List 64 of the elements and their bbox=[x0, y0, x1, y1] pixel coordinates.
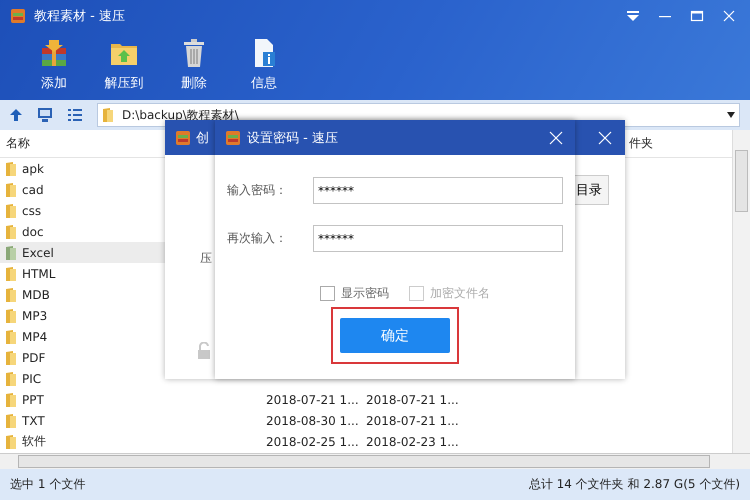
table-cell-text: 2018-02-25 1... bbox=[265, 434, 360, 448]
folder-icon bbox=[5, 328, 17, 344]
field-label: 输入密码： bbox=[227, 182, 288, 199]
folder-icon bbox=[5, 434, 17, 450]
toolbar-button[interactable]: 添加 bbox=[24, 32, 84, 92]
checkbox[interactable] bbox=[320, 286, 335, 301]
toolbar-button[interactable]: 删除 bbox=[164, 32, 224, 92]
folder-icon bbox=[5, 308, 17, 324]
table-cell-text: 2018-02-23 1... bbox=[365, 434, 460, 448]
status-text: 总计 14 个文件夹 和 2.87 G(5 个文件) bbox=[528, 476, 740, 493]
maximize-icon[interactable] bbox=[690, 10, 704, 22]
folder-icon bbox=[5, 266, 17, 282]
file-row[interactable]: PIC bbox=[0, 368, 260, 389]
file-row[interactable]: MP4 bbox=[0, 326, 260, 347]
app-logo-icon bbox=[225, 130, 241, 146]
vertical-scrollbar[interactable] bbox=[732, 130, 750, 453]
computer-icon[interactable] bbox=[37, 107, 53, 123]
file-row[interactable]: PDF bbox=[0, 347, 260, 368]
folder-icon bbox=[5, 286, 17, 302]
table-cell-text: 2018-07-21 1... bbox=[365, 392, 460, 406]
dialog-title: 设置密码 - 速压 bbox=[247, 130, 338, 146]
file-row[interactable]: MP3 bbox=[0, 305, 260, 326]
list-view-icon[interactable] bbox=[67, 108, 83, 122]
confirm-button[interactable]: 确定 bbox=[340, 318, 450, 353]
file-row[interactable]: 软件 bbox=[0, 431, 260, 452]
close-icon[interactable] bbox=[722, 10, 736, 22]
close-icon[interactable] bbox=[598, 130, 612, 144]
close-icon[interactable] bbox=[549, 130, 563, 144]
app-logo-icon bbox=[10, 8, 26, 24]
password-field[interactable]: ****** bbox=[313, 177, 563, 204]
toolbar-button[interactable]: 解压到 bbox=[94, 32, 154, 92]
folder-icon bbox=[5, 412, 17, 428]
password-field[interactable]: ****** bbox=[313, 225, 563, 252]
toolbar-button[interactable]: 信息 bbox=[234, 32, 294, 92]
folder-icon bbox=[5, 202, 17, 218]
horizontal-scrollbar[interactable] bbox=[0, 453, 750, 469]
checkbox-label: 显示密码 bbox=[341, 285, 389, 302]
file-row[interactable]: apk bbox=[0, 158, 260, 179]
file-row[interactable]: PPT bbox=[0, 389, 260, 410]
folder-icon bbox=[102, 107, 114, 123]
dropdown-icon[interactable] bbox=[626, 10, 640, 22]
dialog-title: 创 bbox=[196, 130, 209, 146]
folder-icon bbox=[5, 244, 17, 260]
file-row[interactable]: MDB bbox=[0, 284, 260, 305]
folder-icon bbox=[5, 224, 17, 240]
file-row[interactable]: css bbox=[0, 200, 260, 221]
table-cell-text: 2018-08-30 1... bbox=[265, 414, 360, 428]
folder-icon bbox=[5, 160, 17, 176]
up-arrow-icon[interactable] bbox=[9, 108, 23, 122]
folder-icon bbox=[5, 182, 17, 198]
checkbox-label: 加密文件名 bbox=[430, 285, 490, 302]
caret-icon[interactable] bbox=[727, 112, 735, 118]
status-text: 选中 1 个文件 bbox=[10, 476, 86, 493]
table-cell-text: 2018-07-21 1... bbox=[365, 414, 460, 428]
folder-icon bbox=[5, 350, 17, 366]
window-title: 教程素材 - 速压 bbox=[34, 8, 125, 25]
table-cell-text: 2018-07-21 1... bbox=[265, 392, 360, 406]
archive-icon bbox=[39, 38, 69, 68]
folder-icon bbox=[5, 392, 17, 408]
lock-icon bbox=[197, 342, 211, 360]
file-row[interactable]: TXT bbox=[0, 410, 260, 431]
app-logo-icon bbox=[175, 130, 191, 146]
folder-icon bbox=[5, 370, 17, 386]
column-header[interactable]: 件夹 bbox=[629, 135, 732, 152]
